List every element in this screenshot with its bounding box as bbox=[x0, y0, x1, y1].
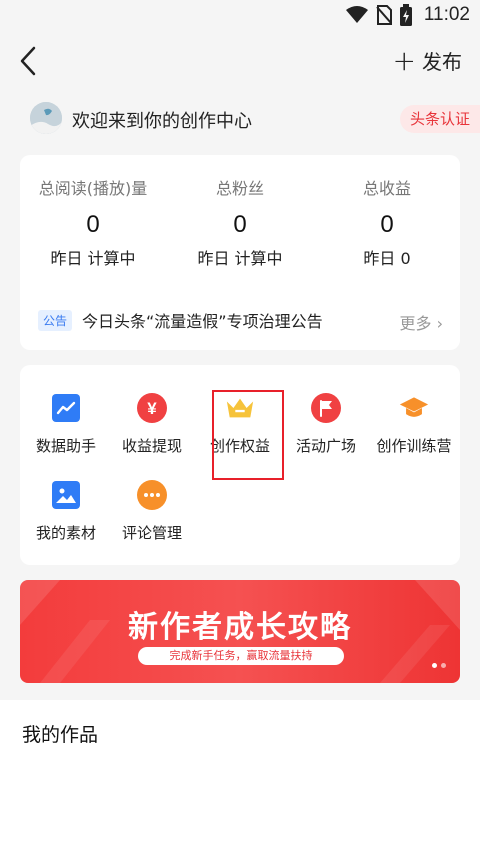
battery-charging-icon bbox=[399, 4, 412, 26]
comment-icon bbox=[137, 480, 167, 510]
welcome-row: 欢迎来到你的创作中心 头条认证 bbox=[30, 102, 480, 138]
tool-training-camp[interactable]: 创作训练营 bbox=[368, 393, 460, 456]
stat-sub: 昨日 计算中 bbox=[50, 249, 136, 268]
chevron-left-icon[interactable] bbox=[14, 44, 46, 78]
notice-tag: 公告 bbox=[38, 309, 73, 331]
status-time: 11:02 bbox=[423, 4, 470, 25]
status-bar: 11:02 bbox=[0, 0, 480, 32]
tool-label: 收益提现 bbox=[121, 437, 182, 455]
tool-label: 我的素材 bbox=[35, 524, 96, 542]
top-bar: + 发布 bbox=[0, 32, 480, 92]
stat-title: 总阅读(播放)量 bbox=[38, 179, 148, 198]
publish-button[interactable]: + 发布 bbox=[393, 46, 462, 75]
tool-label: 创作训练营 bbox=[376, 437, 452, 455]
carousel-dots bbox=[432, 663, 446, 668]
chevron-right-icon: › bbox=[436, 314, 443, 333]
highlight-box bbox=[212, 390, 284, 480]
stat-total-fans[interactable]: 总粉丝 0 昨日 计算中 bbox=[167, 175, 313, 269]
tool-my-materials[interactable]: 我的素材 bbox=[20, 480, 112, 543]
notice-text: 今日头条“流量造假”专项治理公告 bbox=[82, 312, 323, 331]
certification-badge[interactable]: 头条认证 bbox=[399, 105, 480, 133]
tool-data-assistant[interactable]: 数据助手 bbox=[20, 393, 112, 456]
image-icon bbox=[51, 480, 81, 510]
tool-income-withdraw[interactable]: ¥ 收益提现 bbox=[106, 393, 198, 456]
banner-subtitle: 完成新手任务，赢取流量扶持 bbox=[138, 647, 344, 665]
publish-label: 发布 bbox=[422, 50, 462, 74]
my-works-title: 我的作品 bbox=[22, 724, 99, 746]
notice-row[interactable]: 公告 今日头条“流量造假”专项治理公告 更多 › bbox=[38, 305, 443, 335]
tool-label: 活动广场 bbox=[295, 437, 356, 455]
stats-card: 总阅读(播放)量 0 昨日 计算中 总粉丝 0 昨日 计算中 总收益 0 昨日 … bbox=[20, 155, 460, 350]
tool-activity-square[interactable]: 活动广场 bbox=[280, 393, 372, 456]
stat-sub: 昨日 计算中 bbox=[197, 249, 283, 268]
stat-title: 总粉丝 bbox=[215, 179, 264, 198]
plus-icon: + bbox=[392, 43, 416, 77]
no-sim-icon bbox=[376, 5, 392, 25]
my-works-section: 我的作品 bbox=[0, 700, 480, 853]
chart-icon bbox=[51, 393, 81, 423]
wifi-icon bbox=[345, 6, 368, 23]
carousel-dot bbox=[441, 663, 446, 668]
stat-total-income[interactable]: 总收益 0 昨日 0 bbox=[314, 175, 460, 269]
yuan-icon: ¥ bbox=[137, 393, 167, 423]
notice-more-link[interactable]: 更多 › bbox=[399, 310, 443, 334]
stat-value: 0 bbox=[86, 211, 100, 238]
welcome-text: 欢迎来到你的创作中心 bbox=[72, 111, 252, 132]
graduation-cap-icon bbox=[399, 393, 429, 423]
stat-title: 总收益 bbox=[362, 179, 411, 198]
flag-icon bbox=[311, 393, 341, 423]
carousel-dot bbox=[432, 663, 437, 668]
tool-label: 评论管理 bbox=[121, 524, 182, 542]
tool-comment-manage[interactable]: 评论管理 bbox=[106, 480, 198, 543]
stat-sub: 昨日 0 bbox=[363, 249, 411, 268]
tool-label: 数据助手 bbox=[35, 437, 96, 455]
promo-banner[interactable]: 新作者成长攻略 完成新手任务，赢取流量扶持 bbox=[20, 580, 460, 683]
notice-more-label: 更多 bbox=[399, 314, 432, 333]
svg-text:¥: ¥ bbox=[147, 399, 157, 418]
stat-value: 0 bbox=[380, 211, 394, 238]
banner-title: 新作者成长攻略 bbox=[128, 610, 352, 645]
stat-total-reads[interactable]: 总阅读(播放)量 0 昨日 计算中 bbox=[20, 175, 166, 269]
avatar[interactable] bbox=[30, 102, 62, 134]
stat-value: 0 bbox=[233, 211, 247, 238]
